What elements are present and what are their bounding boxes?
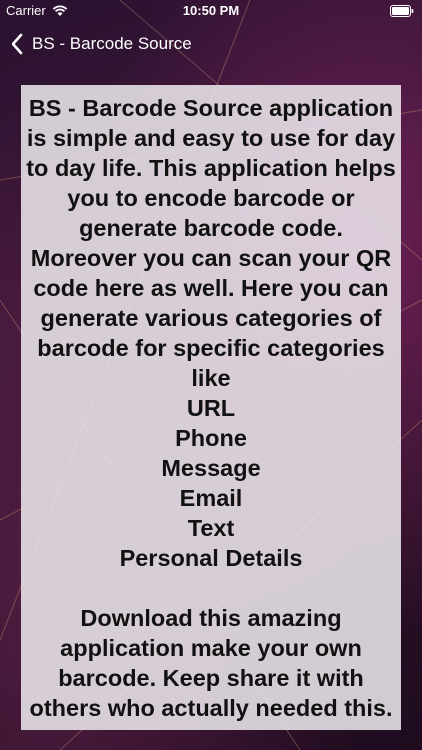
- status-time: 10:50 PM: [182, 3, 240, 18]
- chevron-left-icon: [11, 33, 23, 55]
- status-bar: Carrier 10:50 PM: [0, 0, 422, 22]
- navigation-bar: BS - Barcode Source: [0, 22, 422, 66]
- nav-title: BS - Barcode Source: [32, 34, 192, 53]
- description-text: BS - Barcode Source application is simpl…: [26, 95, 396, 721]
- description-panel[interactable]: BS - Barcode Source application is simpl…: [21, 85, 401, 730]
- back-button[interactable]: BS - Barcode Source: [10, 30, 192, 58]
- battery-icon: [390, 5, 414, 17]
